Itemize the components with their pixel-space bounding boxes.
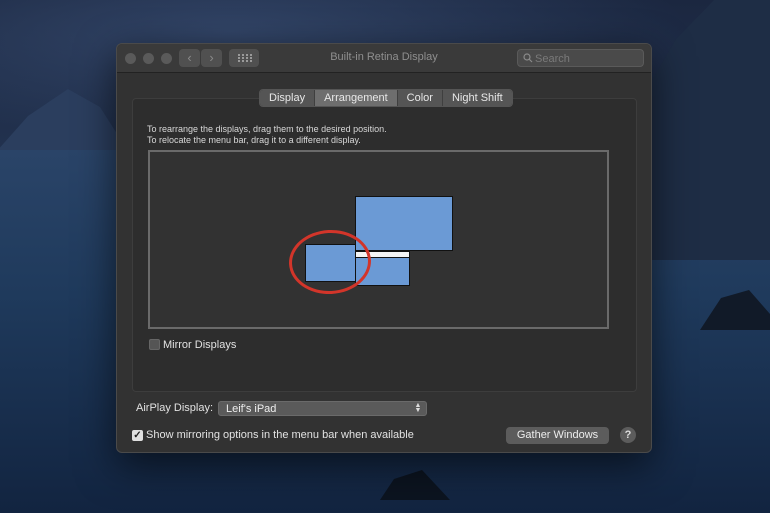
display-arrangement-area (148, 150, 609, 329)
mirroring-options-checkbox[interactable]: ✓ (132, 430, 143, 441)
mirror-displays-label: Mirror Displays (163, 339, 237, 351)
airplay-display-value: Leif's iPad (226, 403, 277, 415)
airplay-display-label: AirPlay Display: (136, 402, 214, 414)
tab-display[interactable]: Display (260, 90, 316, 106)
help-button[interactable]: ? (620, 427, 636, 443)
chevron-updown-icon: ▲ ▼ (414, 402, 422, 414)
tab-night-shift[interactable]: Night Shift (442, 90, 512, 106)
arrangement-hint-2: To relocate the menu bar, drag it to a d… (147, 135, 361, 145)
display-large[interactable] (355, 196, 453, 251)
airplay-display-select[interactable]: Leif's iPad ▲ ▼ (218, 401, 427, 416)
arrangement-hint-1: To rearrange the displays, drag them to … (147, 124, 387, 134)
tab-bar: Display Arrangement Color Night Shift (259, 89, 513, 107)
search-icon (523, 53, 533, 63)
preferences-window: ‹ › Built-in Retina Display Display Arra… (116, 43, 652, 453)
tab-color[interactable]: Color (397, 90, 443, 106)
search-field[interactable] (517, 49, 644, 67)
search-input[interactable] (533, 51, 642, 67)
titlebar: ‹ › Built-in Retina Display (117, 44, 651, 73)
tab-arrangement[interactable]: Arrangement (315, 90, 398, 106)
mirroring-options-label: Show mirroring options in the menu bar w… (146, 429, 414, 441)
mirror-displays-checkbox[interactable] (149, 339, 160, 350)
gather-windows-button[interactable]: Gather Windows (506, 427, 609, 444)
